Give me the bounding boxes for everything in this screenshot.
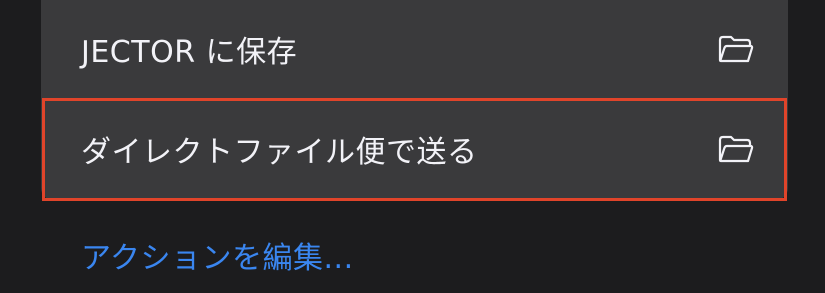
action-row[interactable]: ダイレクトファイル便で送る — [41, 98, 788, 200]
action-direct-file-send[interactable]: ダイレクトファイル便で送る — [41, 98, 788, 200]
action-label: ダイレクトファイル便で送る — [81, 135, 478, 170]
folder-icon — [718, 134, 754, 164]
action-jector-save[interactable]: JECTOR に保存 — [41, 0, 788, 98]
action-label: JECTOR に保存 — [81, 35, 298, 70]
folder-icon — [718, 34, 754, 64]
action-row[interactable]: JECTOR に保存 — [41, 0, 788, 98]
share-sheet-actions: JECTOR に保存 ダイレクトファイル便で送る アクションを編集... — [0, 0, 825, 293]
edit-actions-link[interactable]: アクションを編集... — [81, 233, 354, 277]
